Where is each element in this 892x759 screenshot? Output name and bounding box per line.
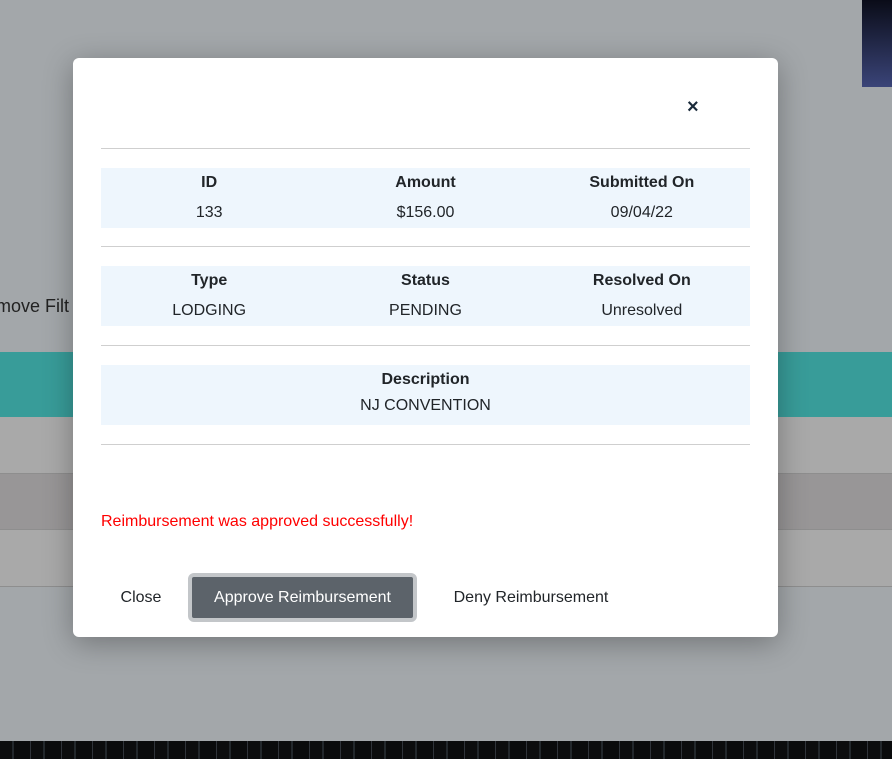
description-field: Description NJ CONVENTION — [101, 365, 750, 425]
reimbursement-modal: × ID 133 Amount $156.00 Submitted On 09/04/… — [73, 58, 778, 637]
field-value: PENDING — [389, 302, 462, 319]
divider — [101, 148, 750, 149]
details-section-3: Description NJ CONVENTION — [101, 365, 750, 425]
divider — [101, 246, 750, 247]
divider — [101, 345, 750, 346]
field-value: NJ CONVENTION — [360, 397, 491, 414]
success-message: Reimbursement was approved successfully! — [101, 513, 414, 530]
details-section-2: Type LODGING Status PENDING Resolved On Unr… — [101, 266, 750, 326]
resolved-on-field: Resolved On Unresolved — [534, 266, 750, 326]
field-value: Unresolved — [601, 302, 683, 319]
field-label: Status — [401, 272, 450, 289]
field-value: 09/04/22 — [610, 204, 673, 221]
type-field: Type LODGING — [101, 266, 317, 326]
remove-filter-button[interactable]: move Filt — [0, 296, 69, 317]
field-label: Amount — [395, 174, 456, 191]
status-field: Status PENDING — [317, 266, 533, 326]
divider — [101, 444, 750, 445]
field-value: 133 — [195, 204, 223, 221]
amount-field: Amount $156.00 — [317, 168, 533, 228]
field-label: ID — [201, 174, 218, 191]
close-icon[interactable]: × — [687, 96, 699, 119]
deny-reimbursement-button[interactable]: Deny Reimbursement — [433, 573, 629, 622]
close-button[interactable]: Close — [101, 573, 181, 622]
id-field: ID 133 — [101, 168, 317, 228]
approve-reimbursement-button[interactable]: Approve Reimbursement — [188, 573, 417, 622]
city-image — [0, 741, 892, 759]
field-label: Resolved On — [592, 272, 691, 289]
field-value: LODGING — [172, 302, 247, 319]
night-image — [862, 0, 892, 87]
details-section-1: ID 133 Amount $156.00 Submitted On 09/04/22 — [101, 168, 750, 228]
field-label: Submitted On — [589, 174, 695, 191]
field-value: $156.00 — [396, 204, 455, 221]
field-label: Description — [381, 371, 470, 388]
submitted-on-field: Submitted On 09/04/22 — [534, 168, 750, 228]
field-label: Type — [191, 272, 228, 289]
